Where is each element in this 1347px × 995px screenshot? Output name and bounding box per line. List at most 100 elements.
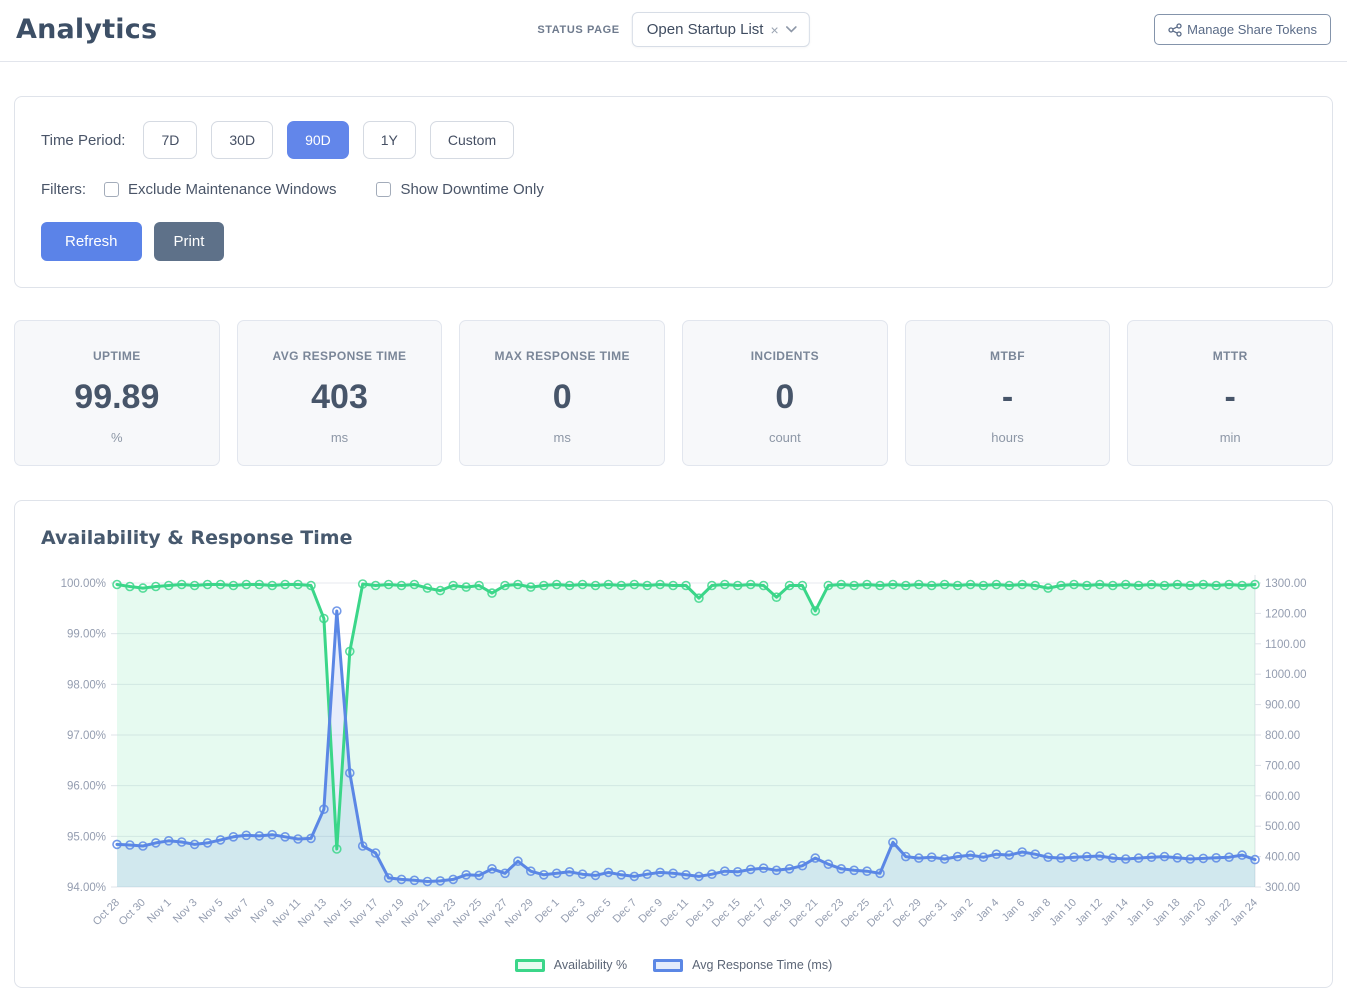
x-axis-tick: Dec 31 [917,897,950,930]
period-button-30d[interactable]: 30D [211,121,273,159]
stat-label: MTTR [1138,349,1322,363]
chart-wrap: 100.00% 99.00% 98.00% 97.00% 96.00% 95.00% 94.… [31,563,1316,972]
stat-value: - [1138,379,1322,416]
x-axis-tick: Nov 1 [145,897,174,926]
right-axis-tick: 300.00 [1265,882,1300,894]
left-axis-tick: 97.00% [67,730,106,742]
legend-item-response-time[interactable]: Avg Response Time (ms) [653,958,832,972]
right-axis-tick: 1300.00 [1265,578,1307,590]
stat-unit: hours [916,430,1100,445]
time-period-row: Time Period: 7D 30D 90D 1Y Custom [41,121,1306,159]
share-icon [1168,23,1182,37]
clear-selection-icon[interactable]: × [769,23,779,37]
stat-label: MAX RESPONSE TIME [470,349,654,363]
x-axis-tick: Jan 18 [1151,897,1183,929]
stat-label: UPTIME [25,349,209,363]
chart-panel: Availability & Response Time 100.00%99.0… [14,500,1333,988]
right-axis-tick: 600.00 [1265,791,1300,803]
x-axis-tick: Jan 22 [1202,897,1234,929]
x-axis-tick: Dec 5 [585,897,614,926]
status-page-label: STATUS PAGE [537,24,619,36]
time-period-label: Time Period: [41,132,125,149]
stat-unit: count [693,430,877,445]
x-axis-tick: Jan 24 [1228,897,1260,929]
right-axis-tick: 500.00 [1265,821,1300,833]
stat-card-mtbf: MTBF - hours [905,320,1111,466]
stat-card-incidents: INCIDENTS 0 count [682,320,888,466]
x-axis-tick: Jan 20 [1177,897,1209,929]
refresh-button[interactable]: Refresh [41,222,142,261]
stat-card-max-response: MAX RESPONSE TIME 0 ms [459,320,665,466]
manage-share-tokens-label: Manage Share Tokens [1187,22,1317,37]
status-page-select[interactable]: Open Startup List × [632,12,810,47]
availability-legend-label: Availability % [554,958,627,972]
left-axis-tick: 100.00% [61,578,106,590]
x-axis-tick: Oct 28 [91,897,122,928]
stat-value: - [916,379,1100,416]
right-axis-tick: 1100.00 [1265,639,1306,651]
x-axis-tick: Jan 4 [974,897,1002,925]
stat-value: 0 [470,379,654,416]
left-axis-tick: 98.00% [67,679,106,691]
right-axis-tick: 900.00 [1265,700,1300,712]
action-row: Refresh Print [41,222,1306,261]
stat-label: AVG RESPONSE TIME [248,349,432,363]
x-axis-tick: Dec 3 [559,897,588,926]
right-axis-tick: 700.00 [1265,760,1300,772]
stat-value: 0 [693,379,877,416]
response-time-legend-swatch [653,959,683,972]
exclude-maintenance-checkbox[interactable] [104,182,119,197]
stat-unit: min [1138,430,1322,445]
availability-legend-swatch [515,959,545,972]
stat-label: MTBF [916,349,1100,363]
status-page-group: STATUS PAGE Open Startup List × [537,12,809,47]
x-axis-tick: Nov 3 [171,897,200,926]
period-button-90d[interactable]: 90D [287,121,349,159]
manage-share-tokens-button[interactable]: Manage Share Tokens [1154,14,1331,45]
stat-unit: ms [470,430,654,445]
right-axis-tick: 400.00 [1265,852,1300,864]
filters-row: Filters: Exclude Maintenance Windows Sho… [41,181,1306,198]
x-axis-tick: Jan 6 [1000,897,1028,925]
legend-item-availability[interactable]: Availability % [515,958,627,972]
x-axis-tick: Jan 14 [1099,897,1131,929]
x-axis-tick: Jan 2 [948,897,976,925]
stat-value: 403 [248,379,432,416]
exclude-maintenance-checkbox-group[interactable]: Exclude Maintenance Windows [104,181,336,198]
period-button-1y[interactable]: 1Y [363,121,416,159]
stat-card-avg-response: AVG RESPONSE TIME 403 ms [237,320,443,466]
stat-card-mttr: MTTR - min [1127,320,1333,466]
stat-value: 99.89 [25,379,209,416]
filters-label: Filters: [41,181,86,198]
availability-response-chart[interactable]: 100.00% 99.00% 98.00% 97.00% 96.00% 95.00% 94.… [31,563,1316,951]
stat-card-uptime: UPTIME 99.89 % [14,320,220,466]
show-downtime-checkbox-group[interactable]: Show Downtime Only [376,181,543,198]
exclude-maintenance-label: Exclude Maintenance Windows [128,181,336,198]
response-time-legend-label: Avg Response Time (ms) [692,958,832,972]
stats-row: UPTIME 99.89 % AVG RESPONSE TIME 403 ms … [14,320,1333,466]
right-axis-tick: 1000.00 [1265,669,1307,681]
chevron-down-icon [786,26,797,33]
x-axis-tick: Oct 30 [117,897,148,928]
left-axis-tick: 99.00% [67,629,106,641]
left-axis-tick: 94.00% [67,882,106,894]
show-downtime-checkbox[interactable] [376,182,391,197]
period-button-custom[interactable]: Custom [430,121,514,159]
left-axis-tick: 95.00% [67,831,106,843]
period-button-7d[interactable]: 7D [143,121,197,159]
app-header: Analytics STATUS PAGE Open Startup List … [0,0,1347,62]
x-axis-tick: Jan 12 [1073,897,1105,929]
right-axis-tick: 1200.00 [1265,608,1307,620]
page-title: Analytics [16,14,157,45]
right-axis-tick: 800.00 [1265,730,1300,742]
left-axis-tick: 96.00% [67,781,106,793]
stat-label: INCIDENTS [693,349,877,363]
show-downtime-label: Show Downtime Only [400,181,543,198]
filter-panel: Time Period: 7D 30D 90D 1Y Custom Filter… [14,96,1333,288]
x-axis-tick: Dec 7 [611,897,640,926]
status-page-value: Open Startup List [647,21,764,38]
stat-unit: ms [248,430,432,445]
x-axis-tick: Jan 10 [1047,897,1079,929]
x-axis-tick: Nov 5 [197,897,226,926]
print-button[interactable]: Print [154,222,225,261]
